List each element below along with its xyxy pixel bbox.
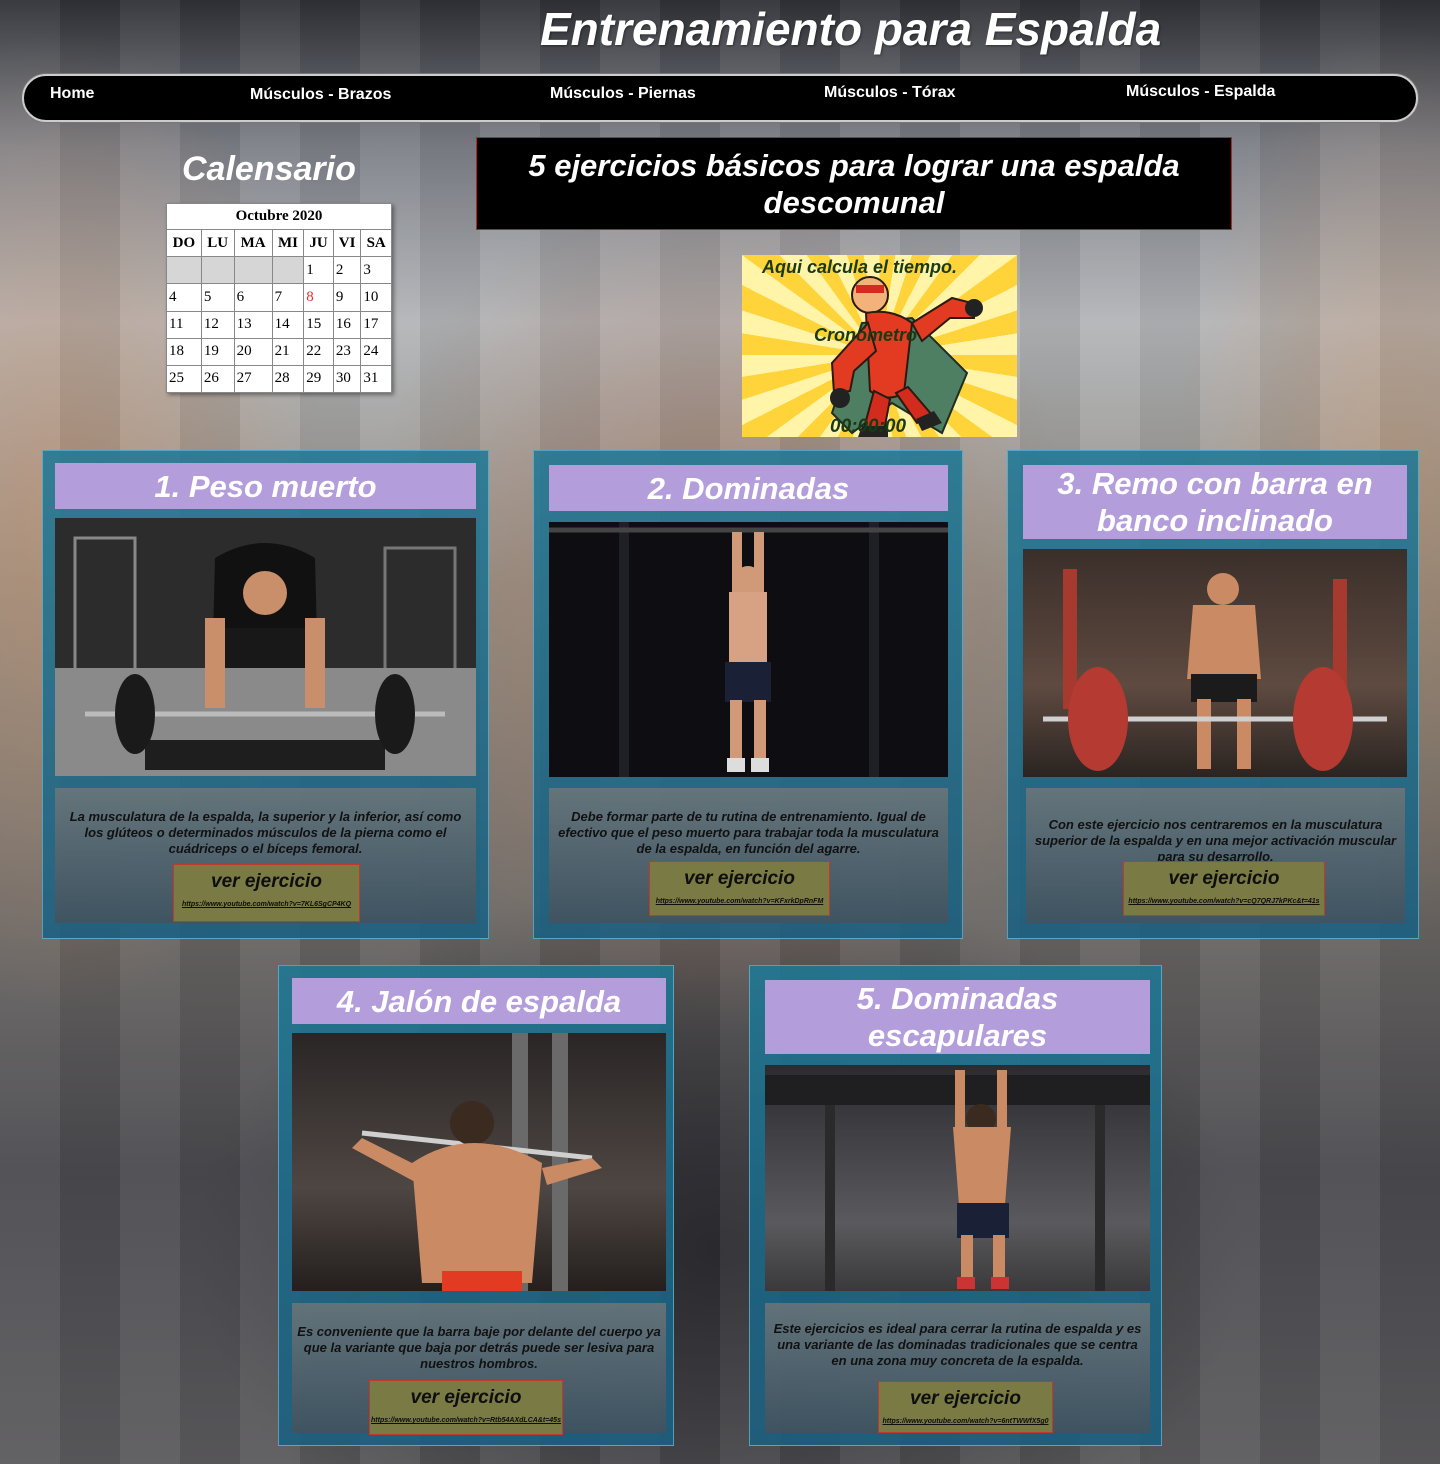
youtube-link[interactable]: https://www.youtube.com/watch?v=6ntTWWfX… [879, 1418, 1052, 1425]
calendar-day[interactable]: 7 [271, 283, 305, 312]
exercise-title: 2. Dominadas [549, 465, 948, 511]
main-headline: 5 ejercicios básicos para lograr una esp… [528, 147, 1180, 220]
calendar-weekday: LU [200, 229, 235, 258]
calendar-heading: Calensario [182, 150, 356, 188]
youtube-link[interactable]: https://www.youtube.com/watch?v=7KL6SgCP… [174, 901, 359, 908]
calendar-day[interactable]: 30 [332, 364, 362, 394]
calendar-day[interactable]: 16 [332, 310, 362, 339]
button-label: ver ejercicio [1168, 868, 1280, 889]
exercise-title: 1. Peso muerto [55, 463, 476, 509]
calendar-day[interactable]: 28 [271, 364, 305, 394]
exercise-description: Debe formar parte de tu rutina de entren… [558, 809, 939, 856]
superhero-illustration [830, 276, 983, 437]
headline-box: 5 ejercicios básicos para lograr una esp… [476, 137, 1232, 230]
calendar-week: 18 19 20 21 22 23 24 [166, 337, 392, 366]
exercise-title: 5. Dominadas escapulares [765, 980, 1150, 1054]
calendar-table: Octubre 2020 DO LU MA MI JU VI SA 1 2 3 4 5 6 7 8 9 10 1… [166, 202, 392, 394]
calendar-day[interactable]: 29 [303, 364, 334, 394]
calendar-day[interactable]: 10 [360, 283, 392, 312]
youtube-link[interactable]: https://www.youtube.com/watch?v=KFxrkDpR… [650, 898, 829, 905]
calendar-day[interactable]: 21 [271, 337, 305, 366]
calendar-day[interactable]: 17 [360, 310, 392, 339]
nav-piernas-link[interactable]: Músculos - Piernas [550, 85, 696, 103]
calendar-week: 11 12 13 14 15 16 17 [166, 310, 392, 339]
calendar-day[interactable]: 6 [233, 283, 273, 312]
calendar-day[interactable]: 14 [271, 310, 305, 339]
timer-label: Cronómetro [814, 325, 917, 345]
calendar-week: 123 [166, 256, 392, 285]
calendar-day [233, 256, 273, 285]
calendar-day[interactable]: 3 [360, 256, 392, 285]
exercise-photo [765, 1065, 1150, 1291]
exercise-description: Es conveniente que la barra baje por del… [297, 1324, 661, 1371]
nav-brazos-link[interactable]: Músculos - Brazos [250, 86, 391, 104]
calendar-day[interactable]: 2 [332, 256, 362, 285]
exercise-card-escapulares: 5. Dominadas escapulares Este ejercicios… [749, 965, 1162, 1446]
button-label: ver ejercicio [684, 868, 795, 889]
calendar-day [271, 256, 305, 285]
button-label: ver ejercicio [410, 1387, 522, 1408]
exercise-title: 3. Remo con barra en banco inclinado [1023, 465, 1407, 539]
calendar-day[interactable]: 24 [360, 337, 392, 366]
calendar-day[interactable]: 9 [332, 283, 362, 312]
timer-display: 00:00:00 [830, 416, 907, 437]
ver-ejercicio-button[interactable]: ver ejercicio https://www.youtube.com/wa… [173, 864, 360, 922]
exercise-description: Este ejercicios es ideal para cerrar la … [773, 1321, 1142, 1368]
exercise-description: La musculatura de la espalda, la superio… [69, 809, 462, 856]
main-navbar: Home Músculos - Brazos Músculos - Pierna… [22, 74, 1418, 122]
nav-home-link[interactable]: Home [50, 85, 94, 103]
calendar-weekday: MI [271, 229, 305, 258]
calendar-weekday: VI [332, 229, 362, 258]
ver-ejercicio-button[interactable]: ver ejercicio https://www.youtube.com/wa… [649, 861, 830, 916]
calendar-day [166, 256, 202, 285]
exercise-photo [55, 518, 476, 776]
exercise-photo [292, 1033, 666, 1291]
calendar-day[interactable]: 15 [303, 310, 334, 339]
calendar-week: 4 5 6 7 8 9 10 [166, 283, 392, 312]
calendar-day[interactable]: 26 [200, 364, 235, 394]
calendar-day[interactable]: 20 [233, 337, 273, 366]
calendar-day[interactable]: 31 [360, 364, 392, 394]
ver-ejercicio-button[interactable]: ver ejercicio https://www.youtube.com/wa… [878, 1381, 1053, 1433]
calendar-day[interactable]: 18 [166, 337, 202, 366]
exercise-card-dominadas: 2. Dominadas Debe formar parte de tu rut… [533, 450, 963, 939]
exercise-photo [549, 522, 948, 777]
exercise-card-remo: 3. Remo con barra en banco inclinado Con… [1007, 450, 1419, 939]
youtube-link[interactable]: https://www.youtube.com/watch?v=Rtb54AXd… [370, 1417, 562, 1424]
exercise-photo [1023, 549, 1407, 777]
calendar-day[interactable]: 5 [200, 283, 235, 312]
calendar-day [200, 256, 235, 285]
calendar-day[interactable]: 12 [200, 310, 235, 339]
exercise-title: 4. Jalón de espalda [292, 978, 666, 1024]
calendar-day[interactable]: 22 [303, 337, 334, 366]
page-title: Entrenamiento para Espalda [540, 3, 1162, 55]
calendar-weekday: MA [233, 229, 273, 258]
exercise-card-peso-muerto: 1. Peso muerto La musculatura de la espa… [42, 450, 489, 939]
calendar-day[interactable]: 27 [233, 364, 273, 394]
calendar-day[interactable]: 23 [332, 337, 362, 366]
exercise-description: Con este ejercicio nos centraremos en la… [1034, 817, 1397, 864]
calendar-day[interactable]: 4 [166, 283, 202, 312]
youtube-link[interactable]: https://www.youtube.com/watch?v=cQ7QRJ7k… [1124, 898, 1324, 905]
ver-ejercicio-button[interactable]: ver ejercicio https://www.youtube.com/wa… [1123, 861, 1325, 916]
calendar-week: 25 26 27 28 29 30 31 [166, 364, 392, 394]
calendar-day[interactable]: 13 [233, 310, 273, 339]
calendar-day[interactable]: 25 [166, 364, 202, 394]
calendar-caption: Octubre 2020 [166, 202, 392, 231]
calendar-weekday: JU [303, 229, 334, 258]
calendar-weekday: SA [360, 229, 392, 258]
timer-prompt: Aqui calcula el tiempo. [762, 257, 958, 277]
calendar-day[interactable]: 19 [200, 337, 235, 366]
nav-espalda-link[interactable]: Músculos - Espalda [1126, 83, 1275, 101]
stopwatch-widget[interactable]: Aqui calcula el tiempo. Cronómetro 00:00… [742, 255, 1017, 437]
button-label: ver ejercicio [211, 871, 322, 892]
calendar-day-today[interactable]: 8 [303, 283, 334, 312]
exercise-card-jalon: 4. Jalón de espalda Es conveniente que l… [278, 965, 674, 1446]
button-label: ver ejercicio [910, 1388, 1021, 1409]
calendar-day[interactable]: 11 [166, 310, 202, 339]
calendar-day[interactable]: 1 [303, 256, 334, 285]
calendar-weekday: DO [166, 229, 202, 258]
nav-torax-link[interactable]: Músculos - Tórax [824, 84, 956, 102]
ver-ejercicio-button[interactable]: ver ejercicio https://www.youtube.com/wa… [369, 1380, 563, 1435]
